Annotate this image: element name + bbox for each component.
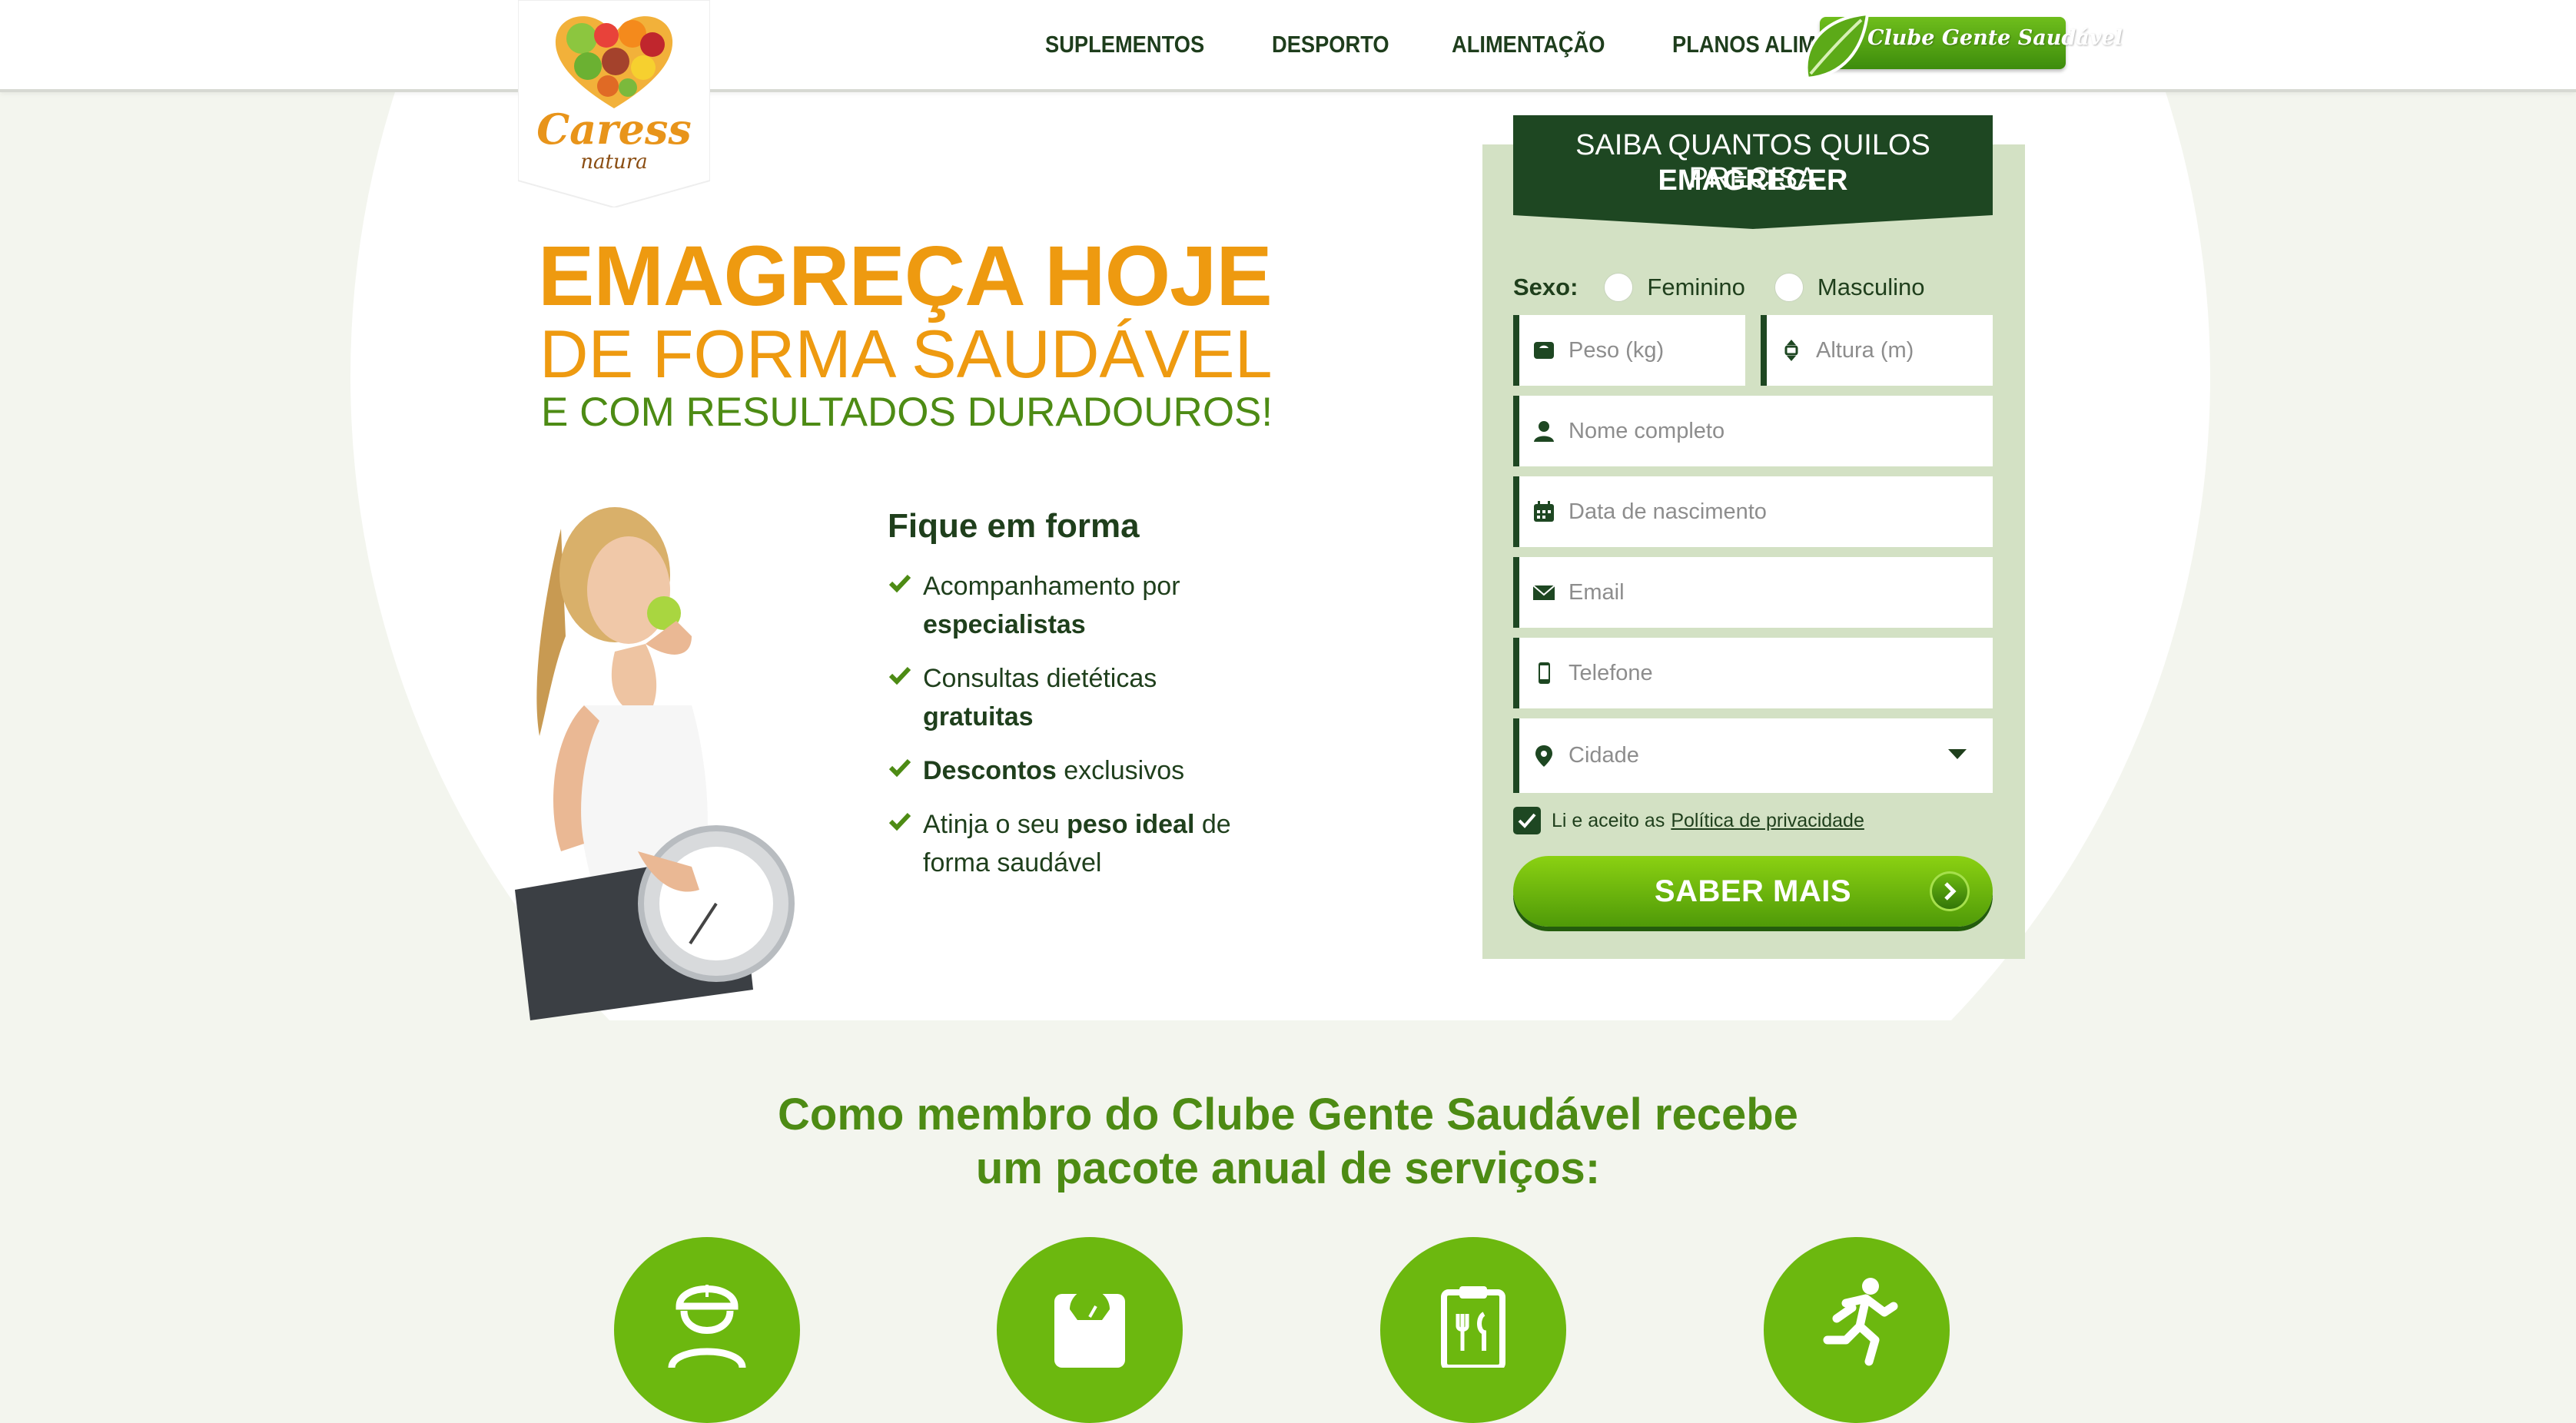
user-icon bbox=[1534, 421, 1554, 442]
service-scale bbox=[997, 1237, 1183, 1423]
weight-placeholder: Peso (kg) bbox=[1569, 337, 1665, 363]
benefit-item: Atinja o seu peso ideal de forma saudáve… bbox=[888, 805, 1272, 882]
nurse-icon bbox=[668, 1285, 746, 1368]
arrow-right-icon bbox=[1930, 871, 1970, 911]
radio-masculino[interactable] bbox=[1774, 273, 1804, 302]
phone-field[interactable]: Telefone bbox=[1513, 638, 1993, 708]
birth-date-placeholder: Data de nascimento bbox=[1569, 499, 1767, 524]
meal-plan-icon bbox=[1441, 1286, 1505, 1368]
height-placeholder: Altura (m) bbox=[1816, 337, 1914, 363]
full-name-field[interactable]: Nome completo bbox=[1513, 396, 1993, 466]
map-pin-icon bbox=[1535, 745, 1552, 767]
clube-badge-text: Clube Gente Saudável bbox=[1867, 26, 2123, 50]
check-icon bbox=[888, 666, 911, 685]
logo-subtitle: natura bbox=[580, 151, 648, 174]
service-nurse bbox=[614, 1237, 800, 1423]
leaf-icon bbox=[1804, 12, 1870, 81]
privacy-policy-link[interactable]: Política de privacidade bbox=[1671, 810, 1864, 832]
saber-mais-button[interactable]: SABER MAIS bbox=[1513, 856, 1993, 927]
envelope-icon bbox=[1532, 585, 1555, 600]
city-select[interactable]: Cidade bbox=[1513, 718, 1993, 793]
benefits-list: Acompanhamento por especialistas Consult… bbox=[888, 567, 1272, 897]
radio-feminino[interactable] bbox=[1604, 273, 1634, 302]
calendar-icon bbox=[1534, 501, 1554, 522]
clube-gente-saudavel-badge[interactable]: Clube Gente Saudável bbox=[1797, 11, 2123, 81]
benefit-bold: peso ideal bbox=[1067, 810, 1195, 839]
benefit-bold: Descontos bbox=[923, 756, 1057, 785]
benefit-bold: gratuitas bbox=[923, 702, 1034, 731]
benefit-text: exclusivos bbox=[1056, 756, 1185, 785]
woman-with-scale-image bbox=[515, 507, 795, 1020]
check-icon bbox=[1518, 813, 1536, 828]
radio-masculino-label[interactable]: Masculino bbox=[1817, 274, 1925, 301]
benefit-item: Descontos exclusivos bbox=[888, 751, 1272, 790]
phone-placeholder: Telefone bbox=[1569, 660, 1653, 685]
height-field[interactable]: Altura (m) bbox=[1761, 315, 1993, 386]
benefit-item: Consultas dietéticas gratuitas bbox=[888, 659, 1272, 736]
saber-mais-label: SABER MAIS bbox=[1654, 874, 1852, 908]
privacy-consent: Li e aceito as Política de privacidade bbox=[1513, 807, 1864, 834]
hero-subheadline: DE FORMA SAUDÁVEL bbox=[539, 316, 1273, 392]
service-meal-plan bbox=[1380, 1237, 1566, 1423]
check-icon bbox=[888, 812, 911, 831]
full-name-placeholder: Nome completo bbox=[1569, 418, 1725, 443]
privacy-checkbox[interactable] bbox=[1513, 807, 1541, 834]
benefit-text: Acompanhamento por bbox=[923, 572, 1180, 601]
sex-selector: Sexo: Feminino Masculino bbox=[1513, 270, 1954, 304]
birth-date-field[interactable]: Data de nascimento bbox=[1513, 476, 1993, 547]
email-placeholder: Email bbox=[1569, 579, 1625, 605]
check-icon bbox=[888, 758, 911, 778]
form-header: SAIBA QUANTOS QUILOS PRECISA EMAGRECER bbox=[1513, 115, 1993, 229]
hero-background bbox=[0, 92, 2576, 1020]
benefit-bold: especialistas bbox=[923, 610, 1086, 639]
mobile-phone-icon bbox=[1539, 662, 1550, 684]
form-header-line2: EMAGRECER bbox=[1658, 164, 1848, 197]
privacy-text: Li e aceito as bbox=[1552, 809, 1665, 831]
nav-desporto[interactable]: DESPORTO bbox=[1272, 31, 1389, 58]
scale-icon bbox=[1054, 1289, 1125, 1368]
city-placeholder: Cidade bbox=[1569, 743, 1639, 768]
radio-feminino-label[interactable]: Feminino bbox=[1647, 274, 1745, 301]
logo-name: Caress bbox=[536, 104, 692, 154]
hero-headline: EMAGREÇA HOJE bbox=[538, 229, 1273, 323]
services-title-line1: Como membro do Clube Gente Saudável rece… bbox=[778, 1090, 1798, 1139]
scale-icon bbox=[1534, 342, 1554, 359]
height-icon bbox=[1784, 340, 1798, 361]
nav-suplementos[interactable]: SUPLEMENTOS bbox=[1045, 31, 1204, 58]
nav-alimentacao[interactable]: ALIMENTAÇÃO bbox=[1452, 31, 1605, 58]
check-icon bbox=[888, 574, 911, 593]
sex-label: Sexo: bbox=[1513, 274, 1578, 300]
benefit-item: Acompanhamento por especialistas bbox=[888, 567, 1272, 644]
services-title-line2: um pacote anual de serviços: bbox=[975, 1143, 1601, 1193]
logo[interactable]: Caress natura bbox=[518, 0, 710, 207]
hero-tagline: E COM RESULTADOS DURADOUROS! bbox=[541, 390, 1273, 435]
runner-icon bbox=[1823, 1278, 1898, 1366]
fit-title: Fique em forma bbox=[888, 507, 1140, 545]
email-field[interactable]: Email bbox=[1513, 557, 1993, 628]
service-exercise bbox=[1764, 1237, 1950, 1423]
fruit-heart-icon bbox=[555, 16, 673, 109]
signup-form-panel bbox=[1482, 144, 2025, 959]
weight-field[interactable]: Peso (kg) bbox=[1513, 315, 1745, 386]
benefit-text: Atinja o seu bbox=[923, 810, 1067, 839]
benefit-text: Consultas dietéticas bbox=[923, 664, 1157, 693]
chevron-down-icon[interactable] bbox=[1948, 749, 1967, 759]
